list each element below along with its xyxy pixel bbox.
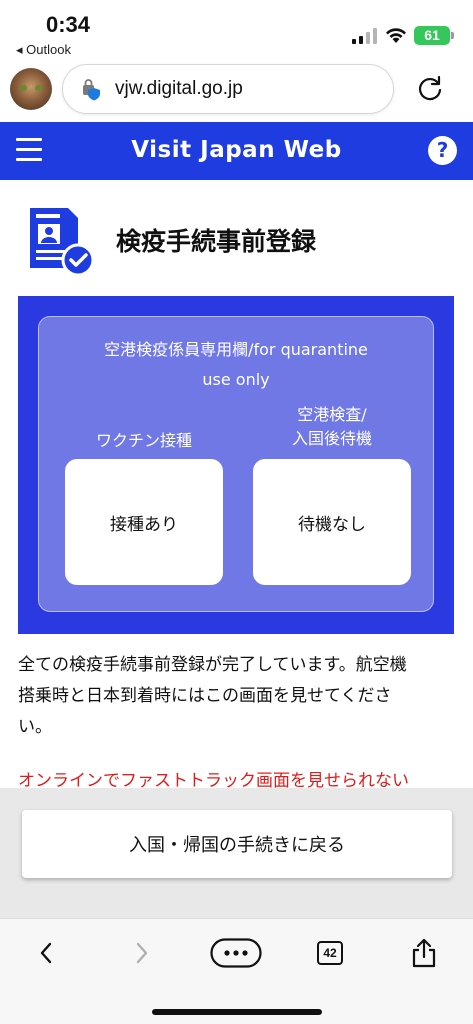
page-title: 検疫手続事前登録: [116, 227, 317, 256]
quarantine-inner-card: 空港検疫係員専用欄/for quarantine use only ワクチン接種…: [38, 316, 434, 612]
airport-label-line: 入国後待機: [291, 429, 372, 448]
screen: 0:34 ◂ Outlook 61 vjw.digital.go.jp Visi…: [0, 0, 473, 1024]
back-to-app-link[interactable]: ◂ Outlook: [16, 42, 71, 58]
avatar-eye: [20, 85, 27, 91]
page-title-row: 検疫手続事前登録: [0, 182, 473, 292]
return-to-procedures-button[interactable]: 入国・帰国の手続きに戻る: [22, 810, 452, 878]
app-header: Visit Japan Web ?: [0, 122, 473, 180]
site-security-icon: [83, 79, 100, 101]
quarantine-heading: 空港検疫係員専用欄/for quarantine use only: [39, 335, 433, 395]
completion-message-line: 搭乗時と日本到着時にはこの画面を見せてくださ: [18, 686, 392, 706]
airport-label-line: 空港検査/: [297, 405, 367, 424]
url-text: vjw.digital.go.jp: [115, 78, 243, 99]
vaccination-label: ワクチン接種: [95, 431, 192, 450]
status-bar: 0:34 ◂ Outlook 61: [0, 0, 473, 62]
tabs-button[interactable]: 42: [310, 935, 350, 971]
reload-icon[interactable]: [416, 74, 444, 102]
bottom-action-bar: 入国・帰国の手続きに戻る: [0, 788, 473, 918]
app-title: Visit Japan Web: [131, 137, 342, 163]
forward-button[interactable]: [122, 935, 162, 971]
completion-message: 全ての検疫手続事前登録が完了しています。航空機 搭乗時と日本到着時にはこの画面を…: [18, 650, 458, 743]
more-options-button[interactable]: [208, 935, 264, 971]
home-indicator: [152, 1009, 322, 1015]
chevron-left-icon: [40, 942, 52, 964]
browser-toolbar: 42: [0, 918, 473, 1024]
browser-address-row: vjw.digital.go.jp: [0, 62, 473, 122]
share-button[interactable]: [404, 935, 444, 971]
back-button[interactable]: [26, 935, 66, 971]
cellular-signal-icon: [352, 28, 377, 44]
waiting-status-card: 待機なし: [253, 459, 411, 585]
address-bar[interactable]: vjw.digital.go.jp: [62, 64, 394, 114]
battery-indicator: 61: [414, 26, 450, 45]
share-icon: [412, 938, 436, 968]
wifi-icon: [386, 28, 406, 43]
fast-track-warning: オンラインでファストトラック画面を見せられない: [18, 771, 409, 790]
quarantine-heading-line: use only: [202, 370, 270, 389]
more-dots-icon: [210, 938, 262, 968]
chevron-right-icon: [136, 942, 148, 964]
help-icon[interactable]: ?: [428, 136, 457, 165]
avatar-eye: [35, 85, 42, 91]
battery-tip: [451, 32, 454, 39]
quarantine-panel: 空港検疫係員専用欄/for quarantine use only ワクチン接種…: [18, 296, 454, 634]
tabs-count: 42: [323, 946, 337, 960]
status-time: 0:34: [46, 12, 91, 37]
registration-document-icon: [30, 208, 95, 277]
completion-message-line: 全ての検疫手続事前登録が完了しています。航空機: [18, 655, 407, 675]
tabs-count-icon: 42: [317, 941, 343, 965]
airport-inspection-label: 空港検査/ 入国後待機: [253, 403, 411, 451]
profile-avatar[interactable]: [10, 68, 52, 110]
completion-message-line: い。: [18, 717, 52, 737]
quarantine-heading-line: 空港検疫係員専用欄/for quarantine: [104, 340, 368, 359]
vaccination-status-card: 接種あり: [65, 459, 223, 585]
